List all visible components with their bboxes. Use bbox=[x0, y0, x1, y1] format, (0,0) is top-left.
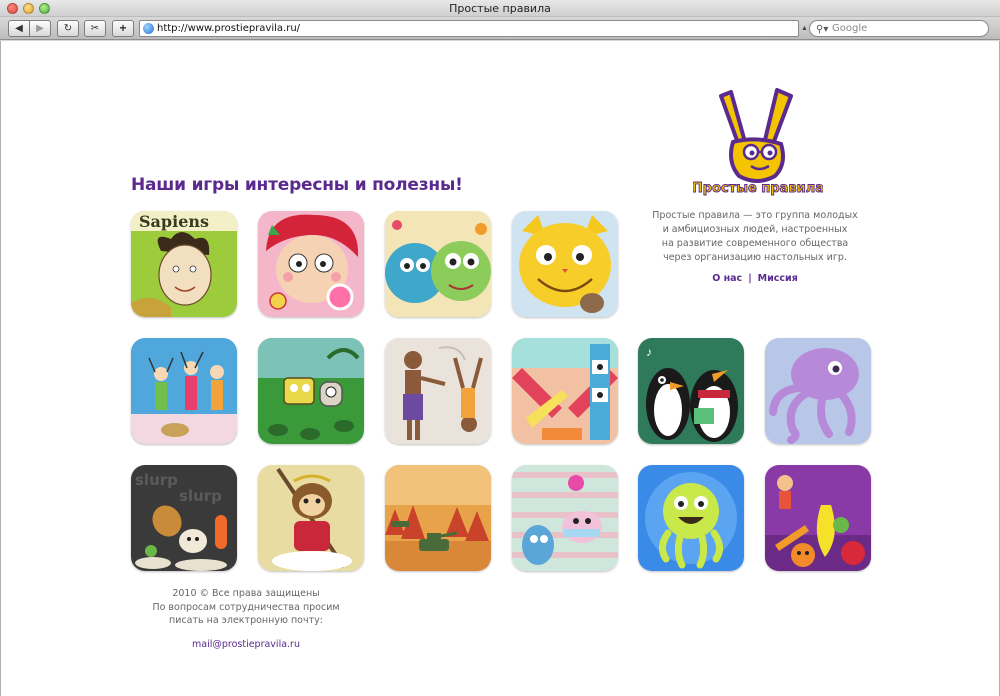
about-line: Простые правила — это группа молодых bbox=[652, 210, 858, 221]
minimize-window-button[interactable] bbox=[23, 3, 34, 14]
address-bar[interactable]: http://www.prostiepravila.ru/ bbox=[139, 20, 799, 37]
sapiens-label: Sapiens bbox=[139, 212, 209, 231]
about-links: О нас | Миссия bbox=[649, 273, 861, 284]
footer-line: По вопросам сотрудничества просим bbox=[152, 601, 340, 613]
mission-link[interactable]: Миссия bbox=[758, 273, 798, 284]
game-tile-penguins[interactable]: ♪ bbox=[638, 338, 744, 444]
address-text: http://www.prostiepravila.ru/ bbox=[157, 23, 301, 34]
about-line: через организацию настольных игр. bbox=[663, 252, 847, 263]
link-separator: | bbox=[748, 273, 752, 284]
game-tile-candy-totem[interactable] bbox=[512, 338, 618, 444]
search-input[interactable]: ⚲▾ Google bbox=[809, 20, 989, 37]
sapiens-illustration: Sapiens bbox=[131, 211, 237, 317]
search-placeholder: Google bbox=[832, 23, 868, 34]
game-tile-fruits[interactable] bbox=[765, 465, 871, 571]
game-tile-blob-creatures[interactable] bbox=[512, 465, 618, 571]
game-tile-aliens[interactable] bbox=[258, 338, 364, 444]
address-dropdown-icon[interactable]: ▲ bbox=[801, 25, 808, 32]
boys-illustration bbox=[385, 338, 491, 444]
reload-icon: ↻ bbox=[63, 23, 73, 34]
back-button[interactable]: ◀ bbox=[8, 20, 30, 37]
game-tile-redhead-girl[interactable] bbox=[258, 211, 364, 317]
game-tile-monkey-king[interactable] bbox=[258, 465, 364, 571]
penguins-illustration: ♪ bbox=[638, 338, 744, 444]
scissors-icon: ✂ bbox=[90, 23, 100, 34]
slurp-label: slurp bbox=[135, 471, 178, 489]
game-tile-happy-octopus[interactable] bbox=[638, 465, 744, 571]
game-tile-yellow-cat[interactable] bbox=[512, 211, 618, 317]
forward-arrow-icon: ▶ bbox=[36, 23, 44, 34]
globe-icon bbox=[143, 23, 154, 34]
game-tile-slurp[interactable]: slurp slurp bbox=[131, 465, 237, 571]
contact-email-link[interactable]: mail@prostiepravila.ru bbox=[151, 639, 341, 650]
about-line: на развитие современного общества bbox=[661, 238, 849, 249]
game-tile-monsters[interactable] bbox=[385, 211, 491, 317]
forward-button[interactable]: ▶ bbox=[29, 20, 51, 37]
page-viewport: Наши игры интересны и полезны! Sapiens П… bbox=[0, 41, 1000, 696]
about-line: и амбициозных людей, настроенных bbox=[662, 224, 848, 235]
candy-totem-illustration bbox=[512, 338, 618, 444]
page-title: Наши игры интересны и полезны! bbox=[131, 175, 463, 195]
redhead-girl-illustration bbox=[258, 211, 364, 317]
window-controls bbox=[7, 3, 50, 14]
snippet-button[interactable]: ✂ bbox=[84, 20, 106, 37]
fruits-illustration bbox=[765, 465, 871, 571]
game-tile-octopus-purple[interactable] bbox=[765, 338, 871, 444]
game-tile-boys[interactable] bbox=[385, 338, 491, 444]
back-arrow-icon: ◀ bbox=[15, 23, 23, 34]
browser-toolbar: ◀ ▶ ↻ ✂ + http://www.prostiepravila.ru/ … bbox=[0, 17, 1000, 40]
aliens-illustration bbox=[258, 338, 364, 444]
reload-button[interactable]: ↻ bbox=[57, 20, 79, 37]
happy-octopus-illustration bbox=[638, 465, 744, 571]
yellow-cat-illustration bbox=[512, 211, 618, 317]
footer-line: писать на электронную почту: bbox=[169, 615, 323, 626]
plus-icon: + bbox=[119, 21, 127, 35]
about-link[interactable]: О нас bbox=[712, 273, 742, 284]
window-titlebar: Простые правила bbox=[0, 0, 1000, 17]
dancing-kids-illustration bbox=[131, 338, 237, 444]
brand-logo[interactable]: Простые правила bbox=[691, 86, 825, 196]
logo-text: Простые правила bbox=[693, 181, 823, 196]
tanks-illustration bbox=[385, 465, 491, 571]
footer-text: 2010 © Все права защищены По вопросам со… bbox=[151, 587, 341, 628]
game-tile-sapiens[interactable]: Sapiens bbox=[131, 211, 237, 317]
game-tile-dancing-kids[interactable] bbox=[131, 338, 237, 444]
about-text: Простые правила — это группа молодых и а… bbox=[649, 209, 861, 265]
victory-hand-logo-icon: Простые правила bbox=[691, 88, 825, 196]
slurp-label: slurp bbox=[179, 487, 222, 505]
zoom-window-button[interactable] bbox=[39, 3, 50, 14]
monkey-king-illustration bbox=[258, 465, 364, 571]
purple-octopus-illustration bbox=[765, 338, 871, 444]
close-window-button[interactable] bbox=[7, 3, 18, 14]
blob-creatures-illustration bbox=[512, 465, 618, 571]
window-title: Простые правила bbox=[449, 2, 551, 15]
game-tile-tanks[interactable] bbox=[385, 465, 491, 571]
slurp-illustration: slurp slurp bbox=[131, 465, 237, 571]
svg-text:♪: ♪ bbox=[646, 345, 652, 359]
add-bookmark-button[interactable]: + bbox=[112, 20, 134, 37]
copyright-line: 2010 © Все права защищены bbox=[172, 588, 320, 599]
monsters-illustration bbox=[385, 211, 491, 317]
search-icon: ⚲▾ bbox=[816, 24, 829, 35]
